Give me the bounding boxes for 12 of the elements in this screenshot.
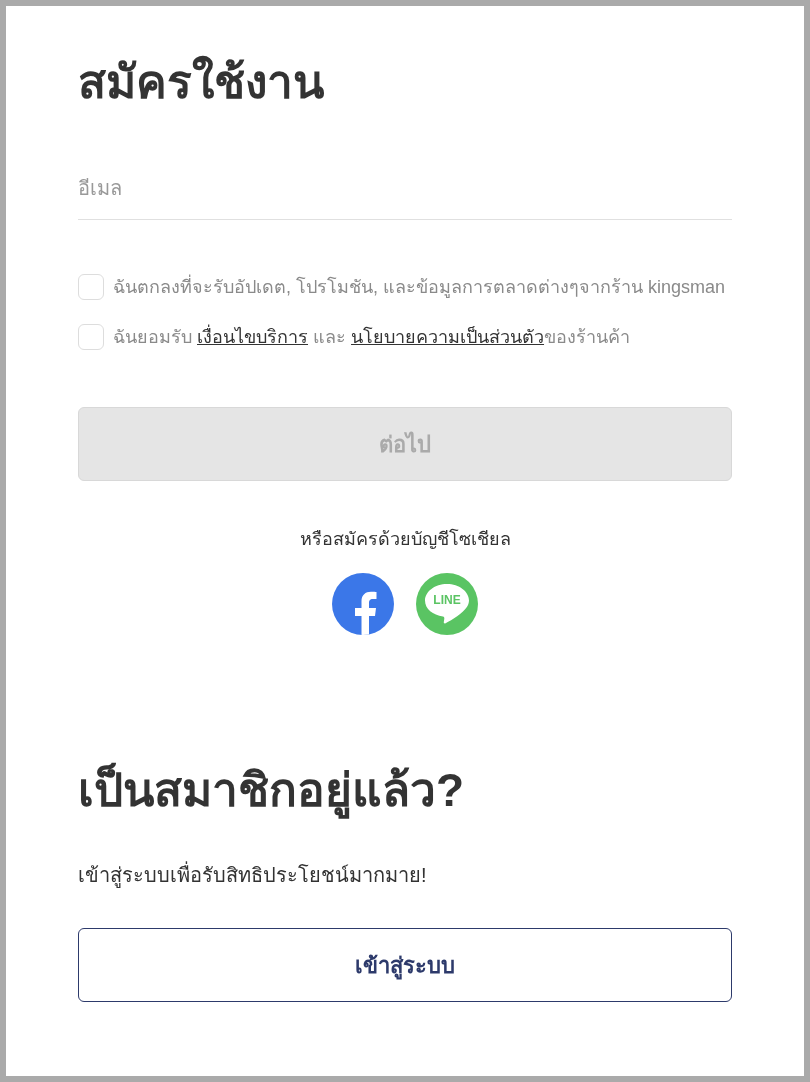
page-title: สมัครใช้งาน: [78, 54, 324, 110]
login-button[interactable]: เข้าสู่ระบบ: [78, 928, 732, 1002]
policy-link[interactable]: นโยบายความเป็นส่วนตัว: [351, 327, 545, 347]
checkbox[interactable]: [78, 324, 104, 350]
consent-label: ฉันยอมรับ เงื่อนไขบริการ และ นโยบายความเป็นส่วนตัวของร้านค้า: [113, 323, 631, 351]
social-signup-prompt: หรือสมัครด้วยบัญชีโซเชียล: [299, 527, 511, 551]
consent-label: ฉันตกลงที่จะรับอัปเดต, โปรโมชัน, และข้อมูลการตลาดต่างๆจากร้าน kingsman: [113, 273, 726, 301]
login-heading: เป็นสมาชิกอยู่แล้ว?: [78, 758, 465, 822]
login-subtitle: เข้าสู่ระบบเพื่อรับสิทธิประโยชน์มากมาย!: [78, 860, 427, 890]
checkbox[interactable]: [78, 274, 104, 300]
speech-bubble-icon: [425, 584, 469, 624]
email-field[interactable]: อีเมล: [78, 160, 732, 220]
